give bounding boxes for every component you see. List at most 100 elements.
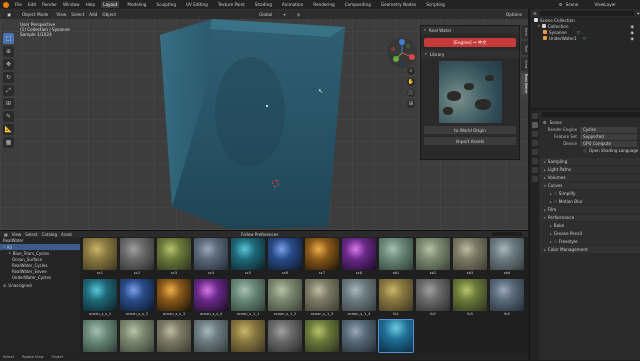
panel-bake[interactable]: ▸ Bake: [540, 222, 640, 229]
panel-motion-blur[interactable]: ▸ Motion Blur: [540, 198, 640, 205]
asset-thumbnail[interactable]: [305, 320, 339, 352]
asset-thumbnail[interactable]: [453, 238, 487, 270]
asset-thumbnail[interactable]: [268, 320, 302, 352]
scene-selector[interactable]: ⚙ Scene ViewLayer: [559, 2, 636, 7]
asset-thumbnail[interactable]: [231, 238, 265, 270]
tab-rendering[interactable]: Rendering: [311, 1, 336, 8]
to-world-origin-button[interactable]: to World Origin: [424, 126, 516, 134]
annotate-tool-icon[interactable]: ✎: [3, 111, 14, 122]
navigation-gizmo[interactable]: [386, 37, 418, 69]
panel-sampling[interactable]: ▸ Sampling: [540, 158, 640, 165]
cursor-tool-icon[interactable]: ⊕: [3, 46, 14, 57]
ortho-grid-icon[interactable]: ⊞: [407, 100, 415, 108]
render-tab-icon[interactable]: [531, 122, 538, 128]
asset-thumbnail[interactable]: [120, 238, 154, 270]
asset-thumbnail[interactable]: [305, 238, 339, 270]
import-assets-button[interactable]: Import Assets: [424, 137, 516, 145]
water-cube[interactable]: [150, 17, 350, 230]
rotate-tool-icon[interactable]: ↻: [3, 72, 14, 83]
panel-curves[interactable]: ▾ Curves: [540, 182, 640, 189]
menu-window[interactable]: Window: [63, 2, 80, 7]
asset-import-method[interactable]: Follow Preferences: [241, 232, 278, 237]
tab-shading[interactable]: Shading: [253, 1, 274, 8]
camera-view-icon[interactable]: 🎥: [407, 89, 415, 97]
library-section[interactable]: ▾ Library: [421, 50, 519, 58]
scene-tab-icon[interactable]: [531, 149, 538, 155]
asset-search-input[interactable]: [492, 232, 522, 236]
select-box-icon[interactable]: ⬚: [3, 33, 14, 44]
tool-tab-icon[interactable]: [531, 113, 538, 119]
asset-editor-type-icon[interactable]: ▦: [4, 232, 8, 237]
asset-thumbnail[interactable]: [305, 279, 339, 311]
asset-thumbnail[interactable]: [194, 238, 228, 270]
tab-real-water[interactable]: Real Water: [521, 73, 528, 95]
visibility-icon[interactable]: ◉: [630, 36, 634, 41]
asset-thumbnail[interactable]: [120, 320, 154, 352]
blender-logo-icon[interactable]: [3, 1, 9, 8]
asset-thumbnail[interactable]: [342, 238, 376, 270]
move-tool-icon[interactable]: ✥: [3, 59, 14, 70]
asset-thumbnail[interactable]: [342, 320, 376, 352]
asset-thumbnail[interactable]: [268, 279, 302, 311]
library-preview-image[interactable]: [438, 61, 502, 123]
tab-tool[interactable]: Tool: [521, 41, 528, 55]
add-cube-tool-icon[interactable]: ▦: [3, 137, 14, 148]
outliner-type-icon[interactable]: ☰: [533, 11, 537, 16]
engine-button[interactable]: [Engine] ⇒ 中文: [424, 38, 516, 47]
viewport-menu-select[interactable]: Select: [71, 12, 84, 17]
measure-tool-icon[interactable]: 📐: [3, 124, 14, 135]
pan-hand-icon[interactable]: ✋: [407, 78, 415, 86]
proportional-edit-icon[interactable]: ◎: [293, 10, 304, 18]
asset-thumbnail[interactable]: [453, 279, 487, 311]
transform-orientation[interactable]: Global: [255, 10, 276, 18]
asset-thumbnail[interactable]: [378, 319, 414, 353]
asset-thumbnail[interactable]: [83, 238, 117, 270]
object-tab-icon[interactable]: [531, 167, 538, 173]
tab-animation[interactable]: Animation: [280, 1, 305, 8]
outliner-row-underwater[interactable]: UnderWater1 ▽ ◉: [530, 35, 640, 41]
asset-menu-catalog[interactable]: Catalog: [42, 232, 57, 237]
tab-compositing[interactable]: Compositing: [343, 1, 373, 8]
feature-set-select[interactable]: Supported: [580, 133, 637, 140]
snap-icon[interactable]: ⌖: [280, 10, 289, 18]
tab-view[interactable]: View: [521, 57, 528, 71]
asset-thumbnail[interactable]: [231, 279, 265, 311]
asset-thumbnail[interactable]: [416, 238, 450, 270]
asset-thumbnail[interactable]: [416, 279, 450, 311]
zoom-icon[interactable]: ⌕: [407, 67, 415, 75]
asset-library-select[interactable]: RealWater: [0, 237, 80, 244]
viewport-menu-object[interactable]: Object: [102, 12, 116, 17]
visibility-icon[interactable]: ◉: [630, 24, 634, 29]
tab-sculpting[interactable]: Sculpting: [154, 1, 178, 8]
viewport-options[interactable]: Options: [506, 12, 522, 17]
transform-tool-icon[interactable]: ⊞: [3, 98, 14, 109]
menu-help[interactable]: Help: [86, 2, 96, 7]
asset-thumbnail[interactable]: [379, 238, 413, 270]
menu-render[interactable]: Render: [42, 2, 57, 7]
osl-checkbox[interactable]: [583, 148, 587, 153]
panel-simplify[interactable]: ▸ Simplify: [540, 190, 640, 197]
asset-thumbnail[interactable]: [157, 320, 191, 352]
asset-thumbnail[interactable]: [83, 279, 117, 311]
asset-thumbnail[interactable]: [490, 279, 524, 311]
modifier-tab-icon[interactable]: [531, 176, 538, 182]
view-layer-tab-icon[interactable]: [531, 140, 538, 146]
catalog-unassigned[interactable]: ⊘ Unassigned: [0, 282, 80, 288]
panel-freestyle[interactable]: ▸ Freestyle: [540, 238, 640, 245]
asset-menu-select[interactable]: Select: [25, 232, 37, 237]
tab-modeling[interactable]: Modeling: [125, 1, 148, 8]
editor-type-icon[interactable]: ▣: [4, 10, 14, 18]
asset-thumbnail[interactable]: [231, 320, 265, 352]
asset-thumbnail[interactable]: [194, 279, 228, 311]
device-select[interactable]: GPU Compute: [580, 140, 637, 147]
asset-thumbnail[interactable]: [342, 279, 376, 311]
asset-thumbnail[interactable]: [83, 320, 117, 352]
asset-thumbnail[interactable]: [157, 279, 191, 311]
viewport-menu-add[interactable]: Add: [89, 12, 97, 17]
viewport-menu-view[interactable]: View: [56, 12, 66, 17]
catalog-item[interactable]: UnderWater_Cycles: [0, 274, 80, 280]
output-tab-icon[interactable]: [531, 131, 538, 137]
panel-color-management[interactable]: ▸ Color Management: [540, 246, 640, 253]
tab-texture-paint[interactable]: Texture Paint: [216, 1, 247, 8]
asset-thumbnail[interactable]: [157, 238, 191, 270]
